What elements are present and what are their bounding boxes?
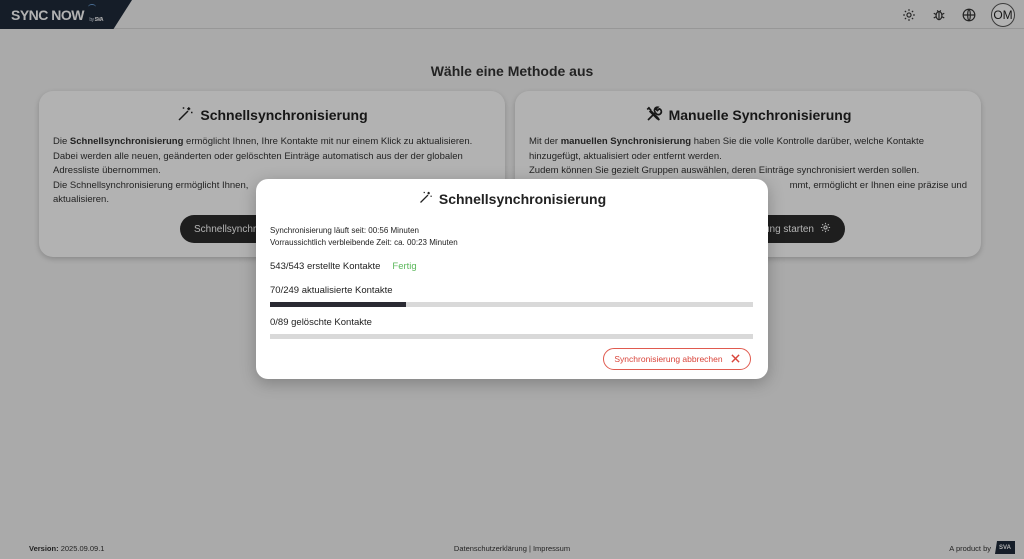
updated-progress-fill xyxy=(270,302,406,307)
cancel-sync-label: Synchronisierung abbrechen xyxy=(614,354,723,364)
created-contacts-label: 543/543 erstellte Kontakte xyxy=(270,261,381,272)
dialog-title: Schnellsynchronisierung xyxy=(270,189,754,209)
updated-progress-bar xyxy=(270,302,753,307)
magic-wand-icon xyxy=(418,190,433,208)
deleted-progress-bar xyxy=(270,334,753,339)
sync-progress-dialog: Schnellsynchronisierung Synchronisierung… xyxy=(256,179,768,379)
dialog-title-text: Schnellsynchronisierung xyxy=(438,191,607,207)
created-contacts-row: 543/543 erstellte Kontakte Fertig xyxy=(270,261,754,275)
cancel-sync-button[interactable]: Synchronisierung abbrechen xyxy=(603,348,751,370)
sync-status: Synchronisierung läuft seit: 00:56 Minut… xyxy=(270,225,754,249)
updated-contacts-label: 70/249 aktualisierte Kontakte xyxy=(270,285,393,296)
deleted-contacts-group: 0/89 gelöschte Kontakte xyxy=(270,317,754,339)
close-icon xyxy=(731,353,740,365)
created-status-badge: Fertig xyxy=(392,261,417,272)
updated-contacts-group: 70/249 aktualisierte Kontakte xyxy=(270,285,754,307)
running-since: Synchronisierung läuft seit: 00:56 Minut… xyxy=(270,226,419,235)
deleted-contacts-label: 0/89 gelöschte Kontakte xyxy=(270,317,372,328)
remaining-time: Vorraussichtlich verbleibende Zeit: ca. … xyxy=(270,238,458,247)
